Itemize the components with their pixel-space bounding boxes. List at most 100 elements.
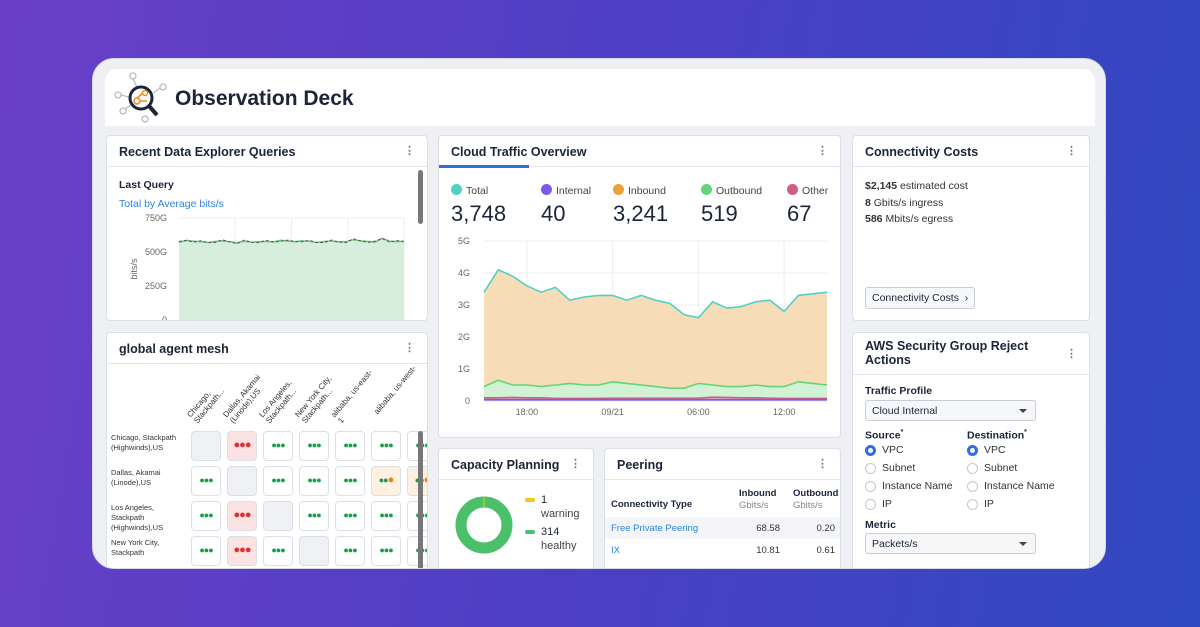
source-radio-subnet[interactable]: Subnet bbox=[865, 459, 953, 477]
destination-radio-vpc[interactable]: VPC bbox=[967, 441, 1055, 459]
connectivity-costs-panel: Connectivity Costs ⋮ $2,145 estimated cos… bbox=[852, 135, 1090, 321]
source-radio-instance-name[interactable]: Instance Name bbox=[865, 477, 953, 495]
last-query-label: Last Query bbox=[119, 179, 174, 191]
more-options-icon[interactable]: ⋮ bbox=[404, 144, 415, 157]
mesh-cell-green[interactable]: ●●● bbox=[371, 431, 401, 461]
y-axis-label: bits/s bbox=[129, 258, 139, 280]
mesh-cell-warn[interactable]: ●●● bbox=[371, 466, 401, 496]
mesh-cell-green[interactable]: ●●● bbox=[191, 501, 221, 531]
destination-radio-ip[interactable]: IP bbox=[967, 495, 1055, 513]
mesh-cell-self[interactable] bbox=[299, 536, 329, 566]
mesh-cell-self[interactable] bbox=[227, 466, 257, 496]
radio-label: VPC bbox=[882, 444, 904, 456]
more-options-icon[interactable]: ⋮ bbox=[1066, 347, 1077, 361]
cost-line: $2,145 estimated cost bbox=[865, 178, 1077, 195]
col-unit: Gbits/s bbox=[793, 500, 823, 511]
mesh-cell-green[interactable]: ●●● bbox=[335, 431, 365, 461]
mesh-cell-green[interactable]: ●●● bbox=[371, 536, 401, 566]
app-title: Observation Deck bbox=[175, 87, 354, 110]
mesh-cell-green[interactable]: ●●● bbox=[299, 501, 329, 531]
mesh-cell-green[interactable]: ●●● bbox=[263, 431, 293, 461]
mesh-cell-green[interactable]: ●●● bbox=[299, 431, 329, 461]
healthy-swatch bbox=[525, 530, 535, 535]
traffic-profile-label: Traffic Profile bbox=[865, 385, 933, 397]
capacity-donut bbox=[455, 496, 513, 554]
connectivity-type-link[interactable]: IX bbox=[611, 545, 620, 556]
legend-value: 3,241 bbox=[613, 201, 669, 226]
more-options-icon[interactable]: ⋮ bbox=[404, 341, 415, 354]
agent-mesh-panel: global agent mesh ⋮ Chicago, Stackpath...… bbox=[106, 332, 428, 568]
legend-dot bbox=[451, 184, 462, 195]
mesh-cell-red[interactable]: ●●● bbox=[227, 501, 257, 531]
mesh-cell-green[interactable]: ●●● bbox=[263, 536, 293, 566]
source-radio-ip[interactable]: IP bbox=[865, 495, 953, 513]
select-value: Packets/s bbox=[872, 538, 918, 550]
legend-dot bbox=[701, 184, 712, 195]
legend-value: 40 bbox=[541, 201, 566, 226]
chevron-right-icon: › bbox=[961, 292, 969, 304]
y-tick-label: 0 bbox=[465, 396, 470, 406]
radio-label: IP bbox=[984, 498, 994, 510]
peering-table-header: Connectivity Type Inbound Gbits/s Outbou… bbox=[605, 480, 840, 517]
dashboard-frame: Observation Deck Recent Data Explorer Qu… bbox=[92, 58, 1106, 569]
cost-value: $2,145 bbox=[865, 180, 898, 192]
connectivity-type-link[interactable]: Free Private Peering bbox=[611, 523, 698, 534]
destination-radio-instance-name[interactable]: Instance Name bbox=[967, 477, 1055, 495]
radio-circle bbox=[967, 444, 978, 456]
y-tick-label: 4G bbox=[458, 268, 470, 278]
cost-line: 8 Gbits/s ingress bbox=[865, 195, 1077, 212]
more-options-icon[interactable]: ⋮ bbox=[1066, 144, 1077, 157]
radio-label: Subnet bbox=[882, 462, 916, 474]
mesh-cell-self[interactable] bbox=[263, 501, 293, 531]
y-tick-label: 750G bbox=[145, 213, 167, 223]
capacity-panel: Capacity Planning ⋮ 1 warning 314 healthy bbox=[438, 448, 594, 568]
mesh-cell-red[interactable]: ●●● bbox=[227, 431, 257, 461]
legend-item-other[interactable]: Other 67 bbox=[787, 181, 828, 227]
area-fill bbox=[179, 238, 404, 320]
more-options-icon[interactable]: ⋮ bbox=[817, 457, 828, 470]
healthy-count: 314 bbox=[541, 526, 560, 538]
mesh-cell-green[interactable]: ●●● bbox=[191, 466, 221, 496]
traffic-profile-select[interactable]: Cloud Internal bbox=[865, 400, 1036, 421]
destination-radio-subnet[interactable]: Subnet bbox=[967, 459, 1055, 477]
mesh-cell-green[interactable]: ●●● bbox=[335, 501, 365, 531]
x-tick-label: 09/21 bbox=[601, 407, 624, 417]
source-radio-vpc[interactable]: VPC bbox=[865, 441, 953, 459]
more-options-icon[interactable]: ⋮ bbox=[817, 144, 828, 157]
mesh-row-label: Los Angeles, Stackpath (Highwinds),US bbox=[111, 503, 164, 532]
source-label: Source bbox=[865, 429, 901, 442]
mesh-cell-self[interactable] bbox=[191, 431, 221, 461]
mesh-cell-green[interactable]: ●●● bbox=[299, 466, 329, 496]
scrollbar[interactable] bbox=[418, 170, 423, 224]
scrollbar[interactable] bbox=[418, 431, 423, 568]
legend-item-total[interactable]: Total 3,748 bbox=[451, 181, 506, 227]
radio-circle bbox=[967, 462, 978, 474]
mesh-cell-green[interactable]: ●●● bbox=[335, 536, 365, 566]
destination-radio-group: VPC Subnet Instance Name IP bbox=[967, 441, 1055, 513]
legend-item-internal[interactable]: Internal 40 bbox=[541, 181, 591, 227]
cost-line: 586 Mbits/s egress bbox=[865, 211, 1077, 228]
active-tab-indicator bbox=[439, 165, 529, 168]
more-options-icon[interactable]: ⋮ bbox=[570, 457, 581, 470]
query-link[interactable]: Total by Average bits/s bbox=[119, 198, 224, 210]
mesh-cell-green[interactable]: ●●● bbox=[371, 501, 401, 531]
radio-circle bbox=[967, 498, 978, 510]
inbound-value: 68.58 bbox=[756, 523, 780, 534]
mesh-column-header: alibaba, us-west- bbox=[372, 363, 418, 416]
mesh-cell-green[interactable]: ●●● bbox=[191, 536, 221, 566]
panel-title: Cloud Traffic Overview bbox=[451, 145, 587, 159]
radio-circle bbox=[865, 444, 876, 456]
warning-label: warning bbox=[541, 508, 580, 520]
metric-select[interactable]: Packets/s bbox=[865, 533, 1036, 554]
legend-item-outbound[interactable]: Outbound 519 bbox=[701, 181, 762, 227]
legend-item-inbound[interactable]: Inbound 3,241 bbox=[613, 181, 668, 227]
healthy-label: healthy bbox=[541, 540, 577, 552]
mesh-cell-red[interactable]: ●●● bbox=[227, 536, 257, 566]
mesh-row-label: Dallas, Akamai (Linode),US bbox=[111, 468, 161, 487]
metric-label: Metric bbox=[865, 519, 896, 531]
mesh-cell-green[interactable]: ●●● bbox=[263, 466, 293, 496]
connectivity-costs-button[interactable]: Connectivity Costs › bbox=[865, 287, 976, 309]
panel-title: global agent mesh bbox=[119, 342, 229, 356]
mesh-cell-green[interactable]: ●●● bbox=[335, 466, 365, 496]
panel-title: Capacity Planning bbox=[451, 458, 560, 472]
